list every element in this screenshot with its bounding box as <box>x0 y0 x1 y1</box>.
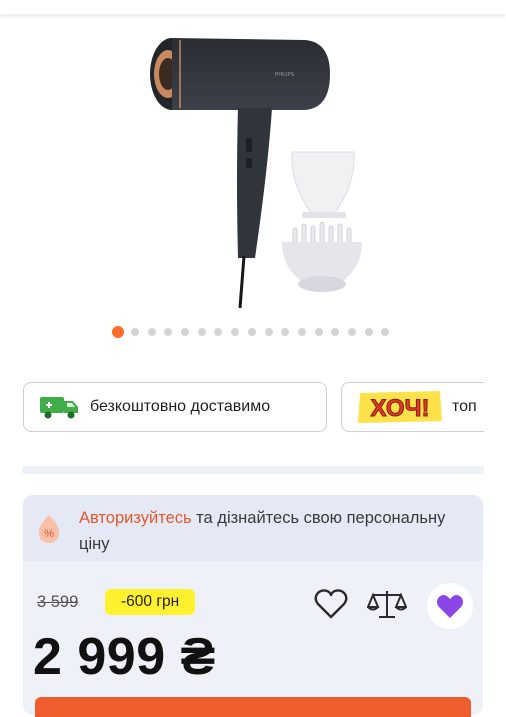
free-delivery-label: безкоштовно доставимо <box>90 398 271 415</box>
gallery-dot[interactable] <box>197 328 206 336</box>
gallery-dot[interactable] <box>381 328 390 336</box>
free-delivery-badge[interactable]: безкоштовно доставимо <box>23 382 327 432</box>
brand-label: PHILIPS <box>275 72 295 78</box>
current-price: 2 999 ₴ <box>33 628 216 686</box>
gallery-dot[interactable] <box>147 328 156 336</box>
wishlist-button[interactable] <box>313 587 349 621</box>
purple-heart-icon <box>437 595 463 618</box>
gallery-pagination[interactable] <box>112 326 398 338</box>
product-image: PHILIPS <box>150 38 362 309</box>
hoch-badge[interactable]: ХОЧ! топ <box>341 382 484 432</box>
gallery-dot-active[interactable] <box>112 326 124 338</box>
top-bar <box>0 0 506 14</box>
gallery-dot[interactable] <box>264 328 273 336</box>
gallery-dot[interactable] <box>131 328 139 336</box>
login-link[interactable]: Авторизуйтесь <box>79 509 192 527</box>
promo-badges[interactable]: безкоштовно доставимо ХОЧ! топ <box>23 382 484 436</box>
scales-icon <box>366 591 408 618</box>
gallery-dot[interactable] <box>247 328 256 336</box>
gallery-dot[interactable] <box>164 328 173 336</box>
svg-text:ХОЧ!: ХОЧ! <box>371 395 430 422</box>
product-image-gallery[interactable]: PHILIPS <box>0 18 506 318</box>
discount-badge: -600 грн <box>105 589 196 615</box>
percent-drop-icon: % <box>35 513 63 545</box>
gallery-dot[interactable] <box>214 328 223 336</box>
gallery-dot[interactable] <box>364 328 373 336</box>
hoch-logo: ХОЧ! <box>356 389 444 425</box>
heart-icon <box>314 589 348 619</box>
buy-button[interactable] <box>35 697 471 717</box>
gallery-dot[interactable] <box>231 328 240 336</box>
hoch-label: топ <box>452 398 477 415</box>
login-promo-text: Авторизуйтесь та дізнайтесь свою персона… <box>79 505 459 557</box>
section-divider <box>22 466 484 474</box>
compare-button[interactable] <box>366 587 408 621</box>
gallery-dot[interactable] <box>281 328 290 336</box>
login-promo-banner[interactable]: % Авторизуйтесь та дізнайтесь свою персо… <box>23 495 483 561</box>
gallery-dot[interactable] <box>347 328 356 336</box>
gallery-dot[interactable] <box>297 328 306 336</box>
gallery-dot[interactable] <box>331 328 340 336</box>
gift-button[interactable] <box>427 583 473 629</box>
gallery-dot[interactable] <box>181 328 190 336</box>
price-card: % Авторизуйтесь та дізнайтесь свою персо… <box>23 495 483 717</box>
svg-text:%: % <box>44 528 54 540</box>
truck-icon <box>38 394 80 420</box>
old-price: 3 599 <box>37 593 79 611</box>
gallery-dot[interactable] <box>314 328 323 336</box>
